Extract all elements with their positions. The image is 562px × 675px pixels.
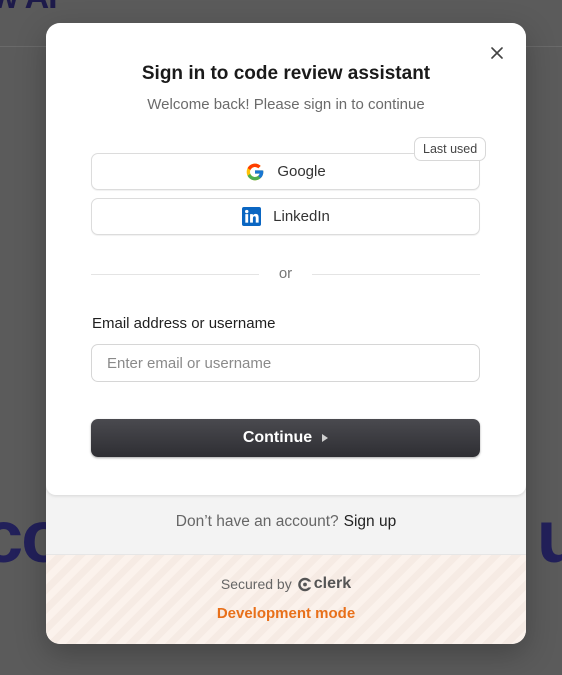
modal-title: Sign in to code review assistant — [141, 63, 431, 84]
background-hero-text-right: u — [536, 495, 562, 578]
modal-footer: Secured by clerk Development mode — [46, 555, 526, 644]
sign-in-modal: Sign in to code review assistant Welcome… — [46, 23, 526, 644]
linkedin-sign-in-button[interactable]: LinkedIn — [91, 198, 480, 235]
sign-up-link[interactable]: Sign up — [344, 513, 397, 530]
continue-button[interactable]: Continue — [91, 419, 480, 457]
continue-button-label: Continue — [242, 429, 313, 446]
background-logo-text: w AI — [0, 0, 58, 17]
close-button[interactable] — [486, 42, 508, 64]
clerk-logo-icon — [297, 577, 312, 591]
sign-up-prompt-text: Don’t have an account? — [175, 513, 339, 530]
play-arrow-icon — [322, 434, 329, 442]
email-field[interactable] — [91, 344, 480, 382]
clerk-brand-text: clerk — [313, 575, 352, 592]
last-used-badge: Last used — [414, 137, 487, 161]
email-field-label: Email address or username — [92, 315, 276, 332]
secured-by-row: Secured by clerk — [46, 575, 526, 593]
development-mode-label: Development mode — [216, 605, 356, 622]
sign-up-prompt: Don’t have an account? Sign up — [46, 513, 526, 531]
google-icon — [245, 162, 265, 182]
secured-by-text: Secured by — [220, 576, 292, 592]
sign-in-card: Sign in to code review assistant Welcome… — [46, 23, 526, 495]
close-icon — [491, 47, 503, 59]
clerk-logo[interactable]: clerk — [297, 575, 352, 593]
linkedin-button-label: LinkedIn — [273, 208, 330, 225]
or-divider: or — [91, 265, 480, 283]
modal-subtitle: Welcome back! Please sign in to continue — [147, 96, 425, 113]
google-button-label: Google — [277, 163, 326, 180]
linkedin-icon — [241, 207, 261, 227]
divider-line-right — [312, 274, 480, 275]
